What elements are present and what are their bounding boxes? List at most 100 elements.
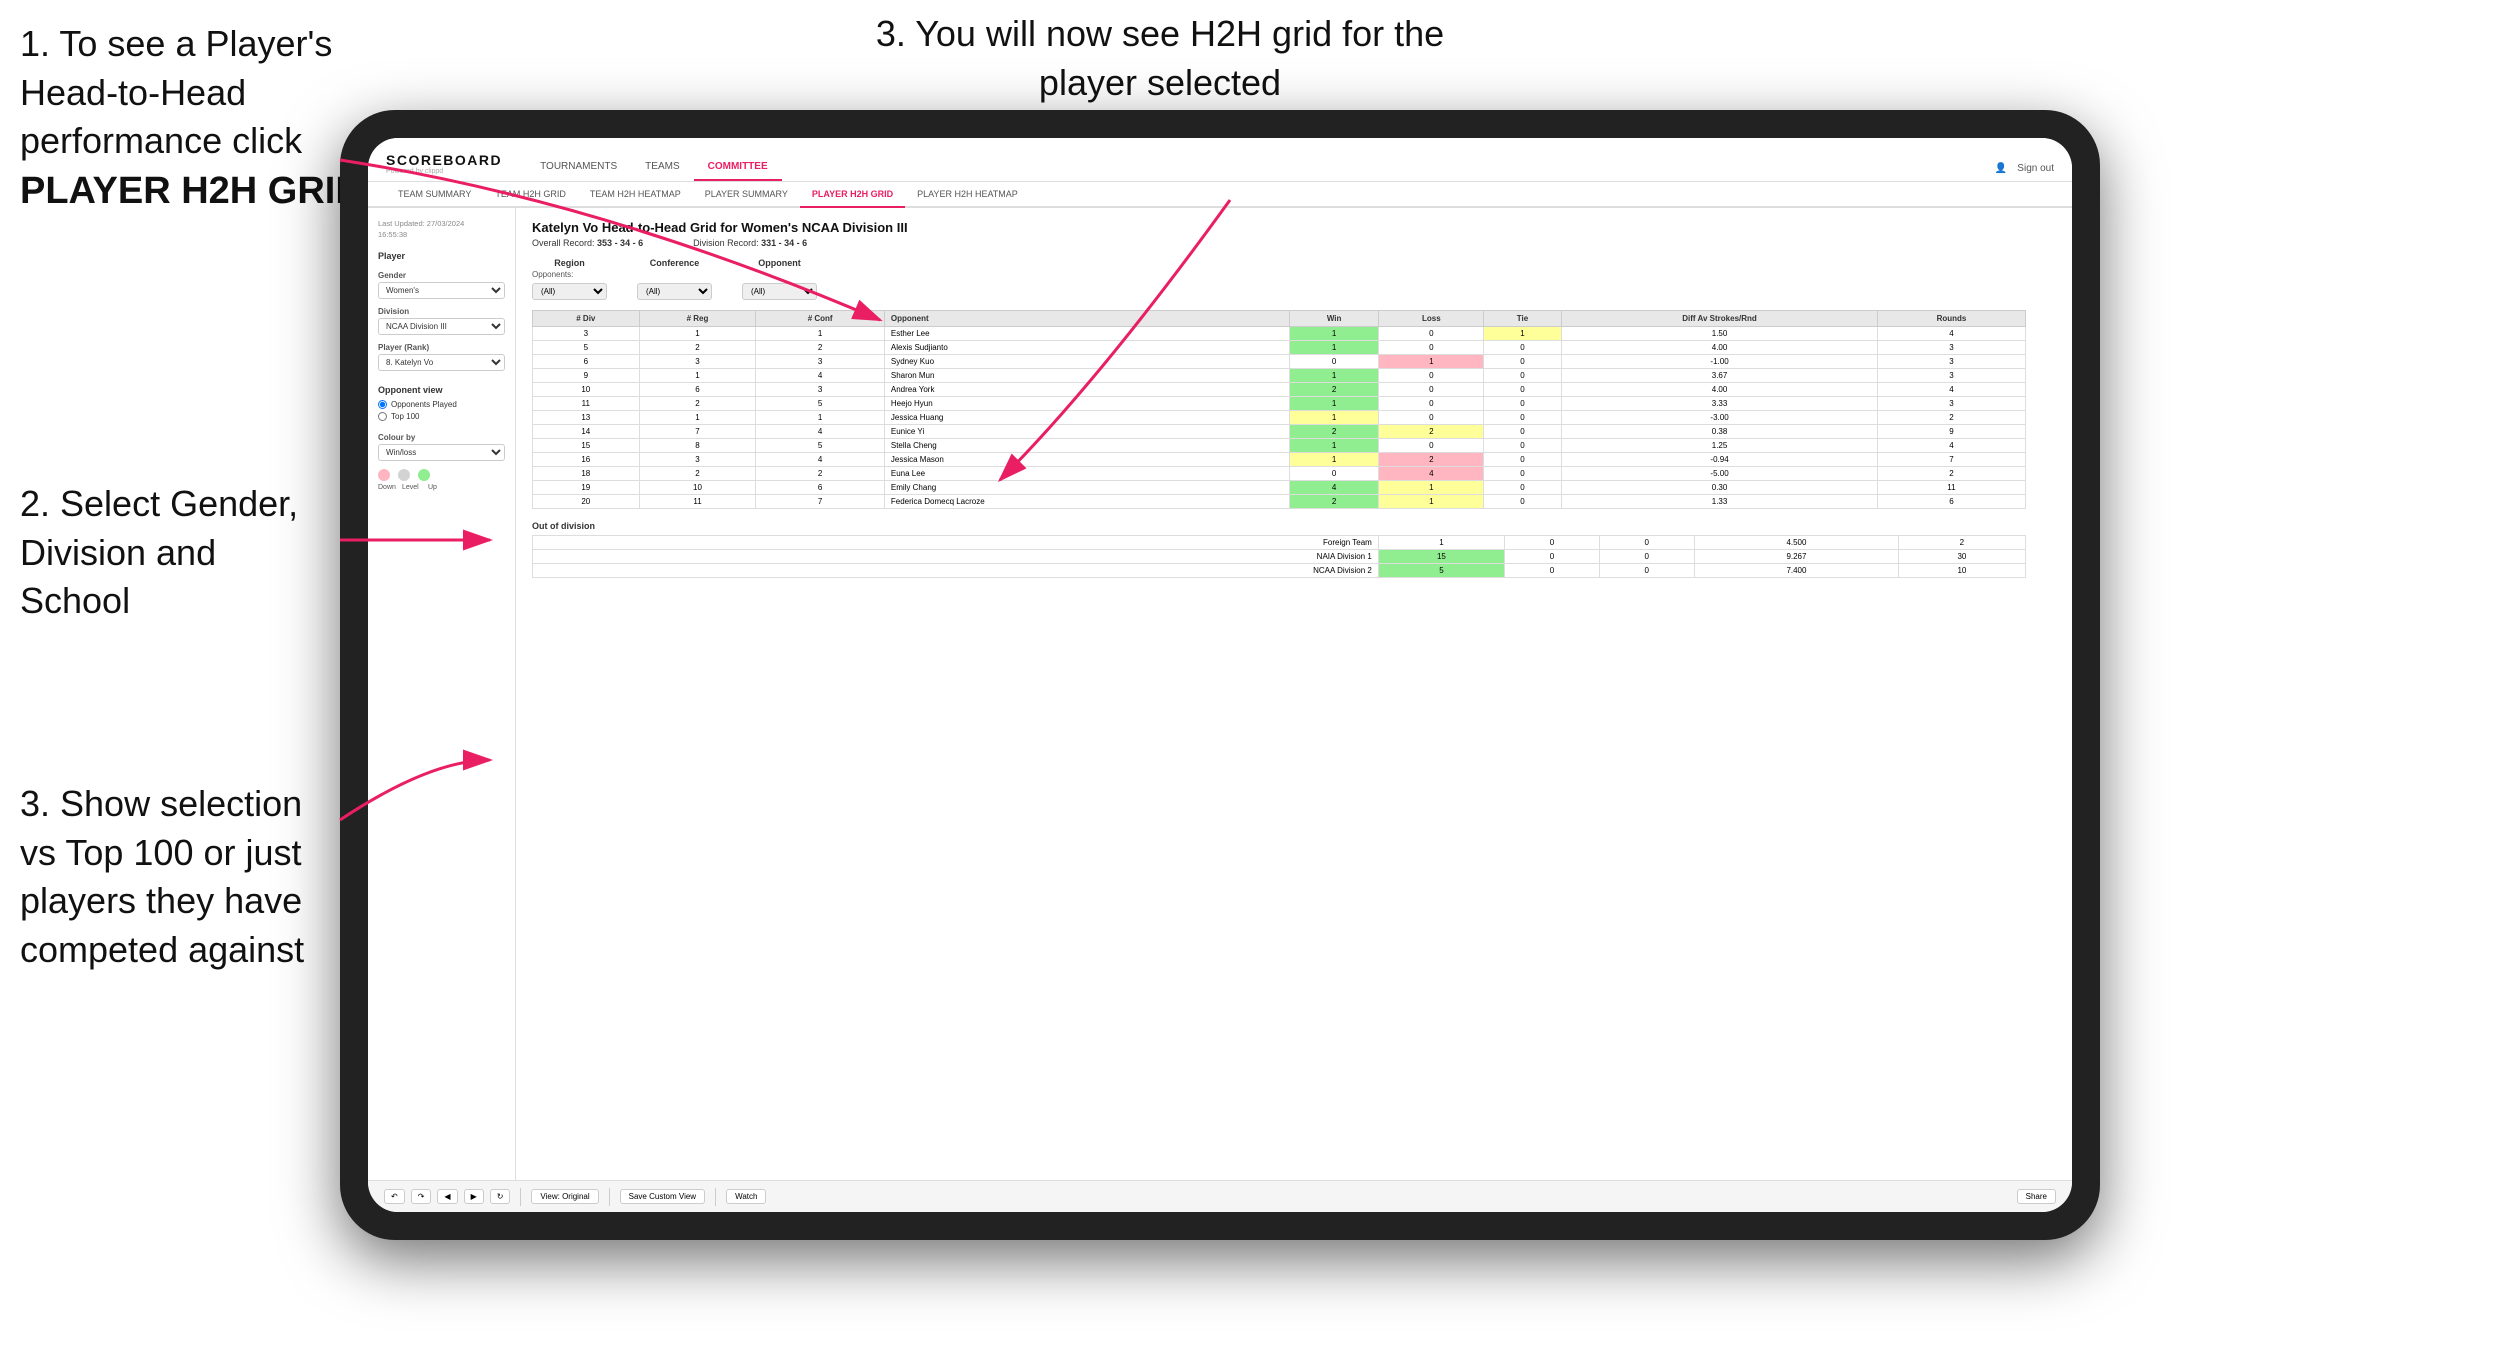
user-icon: 👤	[1995, 163, 2007, 174]
watch-button[interactable]: Watch	[726, 1189, 766, 1204]
instruction-step3-right: 3. You will now see H2H grid for the pla…	[870, 10, 1450, 107]
table-row: 10 6 3 Andrea York 2 0 0 4.00 4	[533, 383, 2026, 397]
table-row: 3 1 1 Esther Lee 1 0 1 1.50 4	[533, 327, 2026, 341]
nav-teams[interactable]: TEAMS	[631, 156, 693, 181]
sub-nav-team-h2h-heatmap[interactable]: TEAM H2H HEATMAP	[578, 182, 693, 208]
col-win: Win	[1289, 311, 1378, 327]
sub-navigation: TEAM SUMMARY TEAM H2H GRID TEAM H2H HEAT…	[368, 182, 2072, 208]
out-division-table: Foreign Team 1 0 0 4.500 2 NAIA Division…	[532, 535, 2026, 578]
gender-select[interactable]: Women's	[378, 282, 505, 299]
radio-top-100[interactable]: Top 100	[378, 412, 505, 421]
player-rank-section: Player (Rank) 8. Katelyn Vo	[378, 343, 505, 371]
out-div-row: Foreign Team 1 0 0 4.500 2	[533, 536, 2026, 550]
col-diff: Diff Av Strokes/Rnd	[1561, 311, 1878, 327]
col-opponent: Opponent	[884, 311, 1289, 327]
sidebar: Last Updated: 27/03/2024 16:55:38 Player…	[368, 208, 516, 1180]
opponent-filter-group: Opponent (All)	[742, 258, 817, 300]
opponent-select[interactable]: (All)	[742, 283, 817, 300]
share-button[interactable]: Share	[2017, 1189, 2056, 1204]
table-row: 6 3 3 Sydney Kuo 0 1 0 -1.00 3	[533, 355, 2026, 369]
table-row: 13 1 1 Jessica Huang 1 0 0 -3.00 2	[533, 411, 2026, 425]
grid-title: Katelyn Vo Head-to-Head Grid for Women's…	[532, 220, 2056, 235]
col-rounds: Rounds	[1878, 311, 2025, 327]
step3-right-text: 3. You will now see H2H grid for the pla…	[870, 10, 1450, 107]
player-rank-label: Player (Rank)	[378, 343, 505, 352]
col-reg: # Reg	[639, 311, 756, 327]
colour-legend: Down Level Up	[378, 469, 505, 491]
filters-area: Region Opponents: (All) Conference	[532, 258, 2056, 300]
step1-text: 1. To see a Player's Head-to-Head perfor…	[20, 23, 332, 161]
sub-nav-player-h2h-grid[interactable]: PLAYER H2H GRID	[800, 182, 905, 208]
table-row: 14 7 4 Eunice Yi 2 2 0 0.38 9	[533, 425, 2026, 439]
back-button[interactable]: ◀	[437, 1189, 457, 1204]
sub-nav-team-h2h-grid[interactable]: TEAM H2H GRID	[483, 182, 578, 208]
col-tie: Tie	[1484, 311, 1561, 327]
step1-bold: PLAYER H2H GRID	[20, 170, 390, 213]
radio-opponents-played[interactable]: Opponents Played	[378, 400, 505, 409]
colour-by-select[interactable]: Win/loss	[378, 444, 505, 461]
table-row: 19 10 6 Emily Chang 4 1 0 0.30 11	[533, 481, 2026, 495]
nav-tournaments[interactable]: TOURNAMENTS	[526, 156, 631, 181]
col-loss: Loss	[1379, 311, 1484, 327]
sub-nav-player-summary[interactable]: PLAYER SUMMARY	[693, 182, 800, 208]
refresh-button[interactable]: ↻	[490, 1189, 511, 1204]
table-row: 15 8 5 Stella Cheng 1 0 0 1.25 4	[533, 439, 2026, 453]
opponent-filter-title: Opponent	[742, 258, 817, 268]
table-row: 5 2 2 Alexis Sudjianto 1 0 0 4.00 3	[533, 341, 2026, 355]
redo-button[interactable]: ↷	[411, 1189, 432, 1204]
legend-up-label: Up	[428, 484, 437, 491]
conference-filter-title: Conference	[637, 258, 712, 268]
table-row: 20 11 7 Federica Domecq Lacroze 2 1 0 1.…	[533, 495, 2026, 509]
logo-area: SCOREBOARD Powered by clippd	[386, 152, 502, 181]
region-select[interactable]: (All)	[532, 283, 607, 300]
logo-text: SCOREBOARD	[386, 152, 502, 168]
records-row: Overall Record: 353 - 34 - 6 Division Re…	[532, 238, 2056, 248]
opponent-view-section: Opponent view Opponents Played Top 100	[378, 385, 505, 421]
sidebar-timestamp: Last Updated: 27/03/2024 16:55:38	[378, 218, 505, 241]
step3-left-text: 3. Show selection vs Top 100 or just pla…	[20, 780, 330, 974]
opponent-view-label: Opponent view	[378, 385, 505, 395]
colour-by-section: Colour by Win/loss	[378, 433, 505, 461]
opponents-filter-label: Opponents:	[532, 270, 607, 279]
player-section: Player	[378, 251, 505, 261]
logo-subtext: Powered by clippd	[386, 168, 502, 175]
data-content: Katelyn Vo Head-to-Head Grid for Women's…	[516, 208, 2072, 1180]
tablet-screen: SCOREBOARD Powered by clippd TOURNAMENTS…	[368, 138, 2072, 1212]
top-navigation: SCOREBOARD Powered by clippd TOURNAMENTS…	[368, 138, 2072, 182]
division-record: Division Record: 331 - 34 - 6	[693, 238, 807, 248]
step2-text: 2. Select Gender, Division and School	[20, 480, 330, 626]
save-custom-view-button[interactable]: Save Custom View	[620, 1189, 705, 1204]
sub-nav-player-h2h-heatmap[interactable]: PLAYER H2H HEATMAP	[905, 182, 1030, 208]
legend-dot-up	[418, 469, 430, 481]
conference-filter-group: Conference (All)	[637, 258, 712, 300]
col-div: # Div	[533, 311, 640, 327]
table-row: 18 2 2 Euna Lee 0 4 0 -5.00 2	[533, 467, 2026, 481]
nav-committee[interactable]: COMMITTEE	[694, 156, 782, 181]
view-original-button[interactable]: View: Original	[531, 1189, 598, 1204]
sign-out-link[interactable]: Sign out	[2017, 163, 2054, 174]
main-area: Last Updated: 27/03/2024 16:55:38 Player…	[368, 208, 2072, 1180]
sub-nav-team-summary[interactable]: TEAM SUMMARY	[386, 182, 483, 208]
colour-by-label: Colour by	[378, 433, 505, 442]
conf-spacer	[637, 270, 712, 279]
table-row: 11 2 5 Heejo Hyun 1 0 0 3.33 3	[533, 397, 2026, 411]
opp-spacer	[742, 270, 817, 279]
bottom-toolbar: ↶ ↷ ◀ ▶ ↻ View: Original Save Custom Vie…	[368, 1180, 2072, 1212]
legend-dot-down	[378, 469, 390, 481]
division-label: Division	[378, 307, 505, 316]
conference-select[interactable]: (All)	[637, 283, 712, 300]
region-filter-group: Region Opponents: (All)	[532, 258, 607, 300]
out-of-division-label: Out of division	[532, 521, 2056, 531]
table-row: 9 1 4 Sharon Mun 1 0 0 3.67 3	[533, 369, 2026, 383]
instruction-step3-left: 3. Show selection vs Top 100 or just pla…	[20, 780, 330, 974]
division-select[interactable]: NCAA Division III	[378, 318, 505, 335]
tablet-device: SCOREBOARD Powered by clippd TOURNAMENTS…	[340, 110, 2100, 1240]
player-section-label: Player	[378, 251, 505, 261]
region-filter-title: Region	[532, 258, 607, 268]
undo-button[interactable]: ↶	[384, 1189, 405, 1204]
player-rank-select[interactable]: 8. Katelyn Vo	[378, 354, 505, 371]
col-conf: # Conf	[756, 311, 884, 327]
forward-button[interactable]: ▶	[464, 1189, 484, 1204]
out-div-row: NAIA Division 1 15 0 0 9.267 30	[533, 550, 2026, 564]
instruction-step1: 1. To see a Player's Head-to-Head perfor…	[20, 20, 390, 213]
